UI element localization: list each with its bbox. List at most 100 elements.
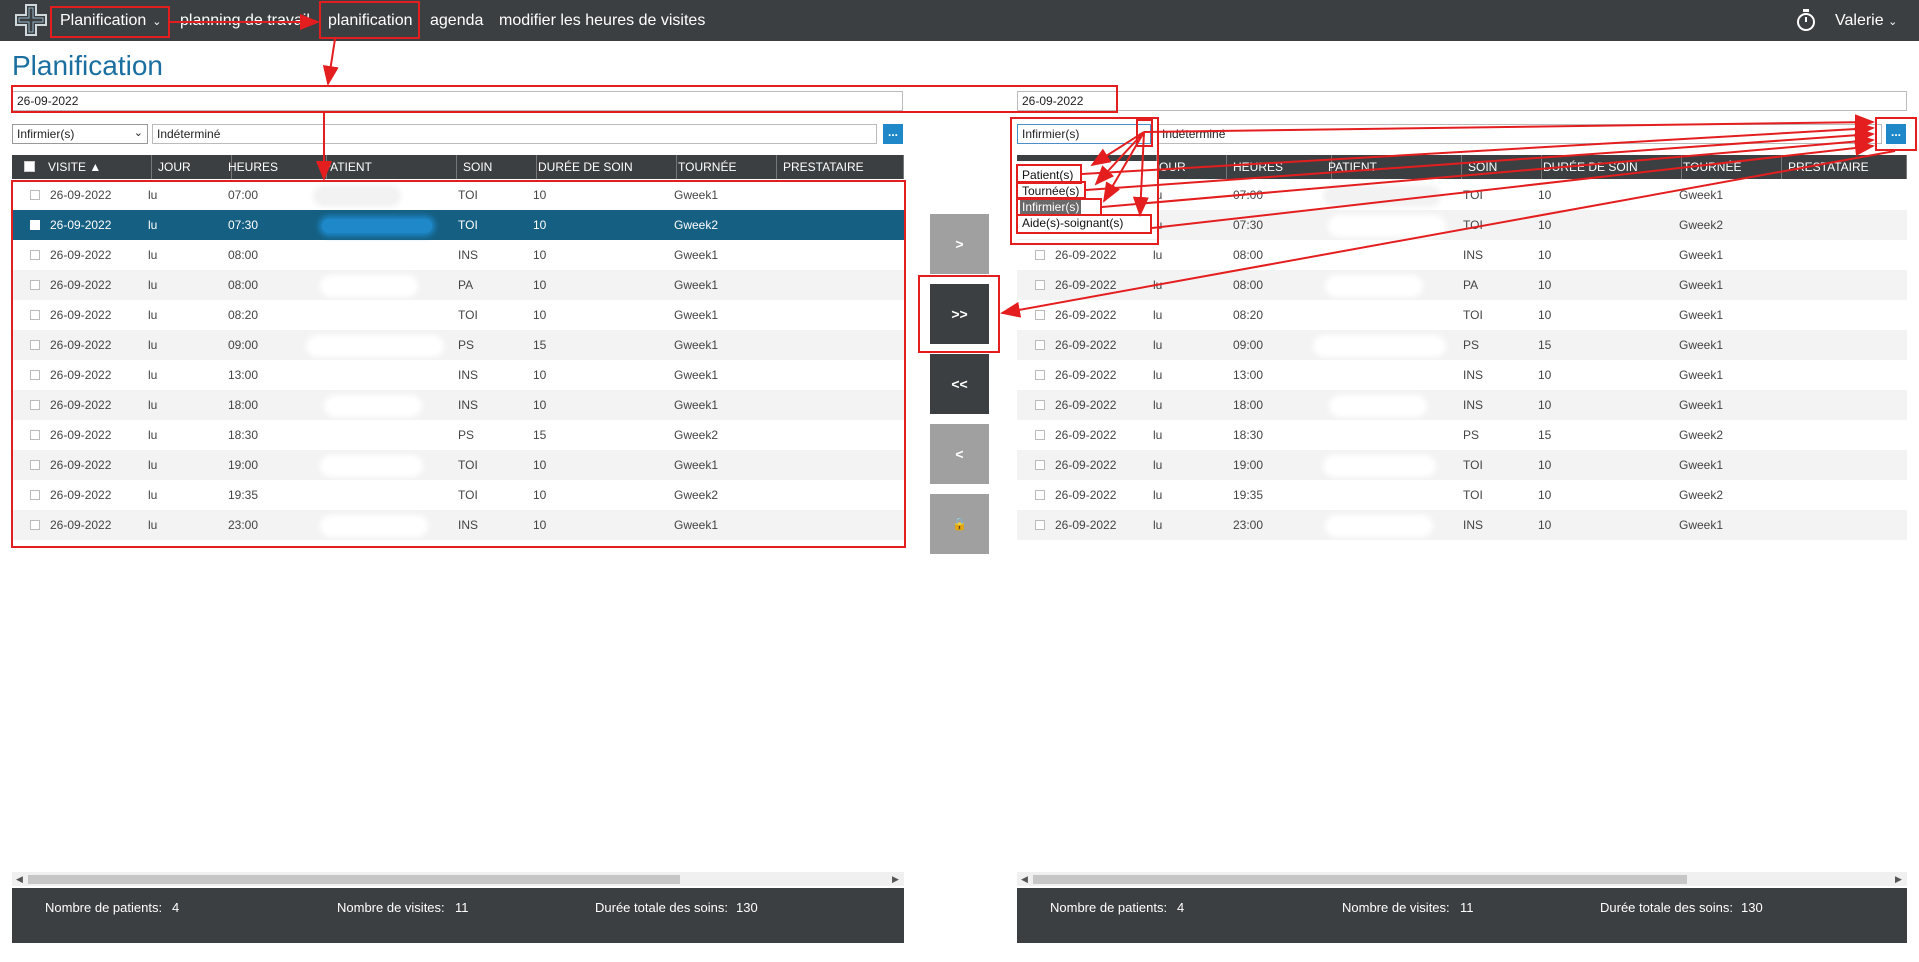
table-row[interactable]: 26-09-2022 lu 19:35 TOI 10 Gweek2 xyxy=(1017,480,1907,510)
scroll-left-icon[interactable]: ◀ xyxy=(1021,872,1028,886)
left-select-all-checkbox[interactable] xyxy=(24,161,35,172)
move-all-left-button[interactable]: << xyxy=(930,354,989,414)
medical-cross-logo-icon[interactable] xyxy=(14,3,48,37)
table-row[interactable]: 26-09-2022 lu 23:00 INS 10 Gweek1 xyxy=(1017,510,1907,540)
left-filter-select[interactable]: Infirmier(s) ⌄ xyxy=(12,124,148,144)
left-row-checkbox[interactable] xyxy=(30,220,40,230)
care-cell: TOI xyxy=(458,308,478,322)
right-more-button[interactable]: ... xyxy=(1886,124,1906,144)
table-row[interactable]: 26-09-2022 lu 18:30 PS 15 Gweek2 xyxy=(1017,420,1907,450)
right-row-checkbox[interactable] xyxy=(1035,400,1045,410)
right-visits-count: 11 xyxy=(1460,900,1474,915)
left-col-prestataire[interactable]: PRESTATAIRE xyxy=(777,155,904,179)
duration-cell: 10 xyxy=(1538,188,1552,202)
right-row-checkbox[interactable] xyxy=(1035,310,1045,320)
right-date-input[interactable]: 26-09-2022 xyxy=(1017,91,1907,111)
left-horizontal-scrollbar[interactable]: ◀ ▶ xyxy=(12,872,904,886)
table-row[interactable]: 26-09-2022 lu 07:00 TOI 10 Gweek1 xyxy=(12,180,904,210)
dropdown-option-aides-soignants[interactable]: Aide(s)-soignant(s) xyxy=(1020,215,1125,231)
user-menu[interactable]: Valerie ⌄ xyxy=(1835,0,1897,43)
left-row-checkbox[interactable] xyxy=(30,250,40,260)
dropdown-option-infirmiers[interactable]: Infirmier(s) xyxy=(1020,199,1082,215)
left-row-checkbox[interactable] xyxy=(30,370,40,380)
right-col-jour[interactable]: JOUR xyxy=(1147,155,1227,179)
right-col-prestataire[interactable]: PRESTATAIRE xyxy=(1782,155,1907,179)
scroll-right-icon[interactable]: ▶ xyxy=(892,872,899,886)
nav-link-modifier-heures[interactable]: modifier les heures de visites xyxy=(499,0,705,41)
right-row-checkbox[interactable] xyxy=(1035,250,1045,260)
left-row-checkbox[interactable] xyxy=(30,520,40,530)
table-row[interactable]: 26-09-2022 lu 18:00 INS 10 Gweek1 xyxy=(12,390,904,420)
nav-link-planning-de-travail[interactable]: planning de travail xyxy=(180,0,310,41)
right-scroll-thumb[interactable] xyxy=(1033,875,1687,884)
lock-button[interactable]: 🔒 xyxy=(930,494,989,554)
left-more-button[interactable]: ... xyxy=(883,124,903,144)
right-row-checkbox[interactable] xyxy=(1035,370,1045,380)
right-filter-select[interactable]: Infirmier(s) ⌄ xyxy=(1017,124,1151,144)
left-row-checkbox[interactable] xyxy=(30,340,40,350)
left-row-checkbox[interactable] xyxy=(30,460,40,470)
table-row[interactable]: 26-09-2022 lu 08:20 TOI 10 Gweek1 xyxy=(1017,300,1907,330)
nav-link-planification[interactable]: planification xyxy=(328,0,413,41)
table-row[interactable]: 26-09-2022 lu 09:00 PS 15 Gweek1 xyxy=(12,330,904,360)
table-row[interactable]: 26-09-2022 lu 18:30 PS 15 Gweek2 xyxy=(12,420,904,450)
right-row-checkbox[interactable] xyxy=(1035,520,1045,530)
left-row-checkbox[interactable] xyxy=(30,310,40,320)
table-row[interactable]: 26-09-2022 lu 07:30 TOI 10 Gweek2 xyxy=(12,210,904,240)
right-col-duree[interactable]: DURÉE DE SOIN xyxy=(1537,155,1682,179)
planification-menu-dropdown[interactable]: Planification ⌄ xyxy=(60,0,162,41)
table-row[interactable]: 26-09-2022 lu 08:00 INS 10 Gweek1 xyxy=(12,240,904,270)
table-row[interactable]: 26-09-2022 lu 19:00 TOI 10 Gweek1 xyxy=(1017,450,1907,480)
right-col-soin[interactable]: SOIN xyxy=(1462,155,1542,179)
right-col-tournee[interactable]: TOURNÉE xyxy=(1677,155,1782,179)
visit-date-cell: 26-09-2022 xyxy=(1055,398,1117,412)
round-cell: Gweek1 xyxy=(1679,308,1724,322)
stopwatch-icon[interactable] xyxy=(1795,8,1817,32)
move-one-right-button[interactable]: > xyxy=(930,214,989,274)
table-row[interactable]: 26-09-2022 lu 08:20 TOI 10 Gweek1 xyxy=(12,300,904,330)
right-row-checkbox[interactable] xyxy=(1035,460,1045,470)
left-col-patient[interactable]: PATIENT xyxy=(317,155,457,179)
left-row-checkbox[interactable] xyxy=(30,280,40,290)
table-row[interactable]: 26-09-2022 lu 19:35 TOI 10 Gweek2 xyxy=(12,480,904,510)
move-one-left-button[interactable]: < xyxy=(930,424,989,484)
table-row[interactable]: 26-09-2022 lu 08:00 INS 10 Gweek1 xyxy=(1017,240,1907,270)
table-row[interactable]: 26-09-2022 lu 13:00 INS 10 Gweek1 xyxy=(1017,360,1907,390)
right-col-patient[interactable]: PATIENT xyxy=(1322,155,1462,179)
left-col-soin[interactable]: SOIN xyxy=(457,155,537,179)
table-row[interactable]: 26-09-2022 lu 23:00 INS 10 Gweek1 xyxy=(12,510,904,540)
left-col-visite[interactable]: VISITE ▲ xyxy=(42,155,152,179)
right-row-checkbox[interactable] xyxy=(1035,280,1045,290)
right-row-checkbox[interactable] xyxy=(1035,490,1045,500)
table-row[interactable]: 26-09-2022 lu 19:00 TOI 10 Gweek1 xyxy=(12,450,904,480)
table-row[interactable]: 26-09-2022 lu 08:00 PA 10 Gweek1 xyxy=(1017,270,1907,300)
left-row-checkbox[interactable] xyxy=(30,430,40,440)
nav-link-agenda[interactable]: agenda xyxy=(430,0,483,41)
right-filter-value-input[interactable]: Indéterminé xyxy=(1157,124,1882,144)
left-row-checkbox[interactable] xyxy=(30,190,40,200)
time-cell: 13:00 xyxy=(228,368,259,382)
right-horizontal-scrollbar[interactable]: ◀ ▶ xyxy=(1017,872,1907,886)
table-row[interactable]: 26-09-2022 lu 09:00 PS 15 Gweek1 xyxy=(1017,330,1907,360)
left-col-tournee[interactable]: TOURNÉE xyxy=(672,155,777,179)
left-filter-value-input[interactable]: Indéterminé xyxy=(152,124,877,144)
care-cell: PS xyxy=(1463,428,1480,442)
left-col-jour[interactable]: JOUR xyxy=(152,155,232,179)
right-row-checkbox[interactable] xyxy=(1035,430,1045,440)
left-col-heures[interactable]: HEURES xyxy=(222,155,327,179)
table-row[interactable]: 26-09-2022 lu 13:00 INS 10 Gweek1 xyxy=(12,360,904,390)
right-col-heures[interactable]: HEURES xyxy=(1227,155,1332,179)
left-date-input[interactable]: 26-09-2022 xyxy=(12,91,903,111)
dropdown-option-tournees[interactable]: Tournée(s) xyxy=(1020,183,1081,199)
scroll-left-icon[interactable]: ◀ xyxy=(16,872,23,886)
table-row[interactable]: 26-09-2022 lu 18:00 INS 10 Gweek1 xyxy=(1017,390,1907,420)
scroll-right-icon[interactable]: ▶ xyxy=(1895,872,1902,886)
left-col-duree[interactable]: DURÉE DE SOIN xyxy=(532,155,677,179)
left-row-checkbox[interactable] xyxy=(30,490,40,500)
left-scroll-thumb[interactable] xyxy=(28,875,680,884)
dropdown-option-patients[interactable]: Patient(s) xyxy=(1020,167,1075,183)
right-row-checkbox[interactable] xyxy=(1035,340,1045,350)
table-row[interactable]: 26-09-2022 lu 08:00 PA 10 Gweek1 xyxy=(12,270,904,300)
left-row-checkbox[interactable] xyxy=(30,400,40,410)
move-all-right-button[interactable]: >> xyxy=(930,284,989,344)
